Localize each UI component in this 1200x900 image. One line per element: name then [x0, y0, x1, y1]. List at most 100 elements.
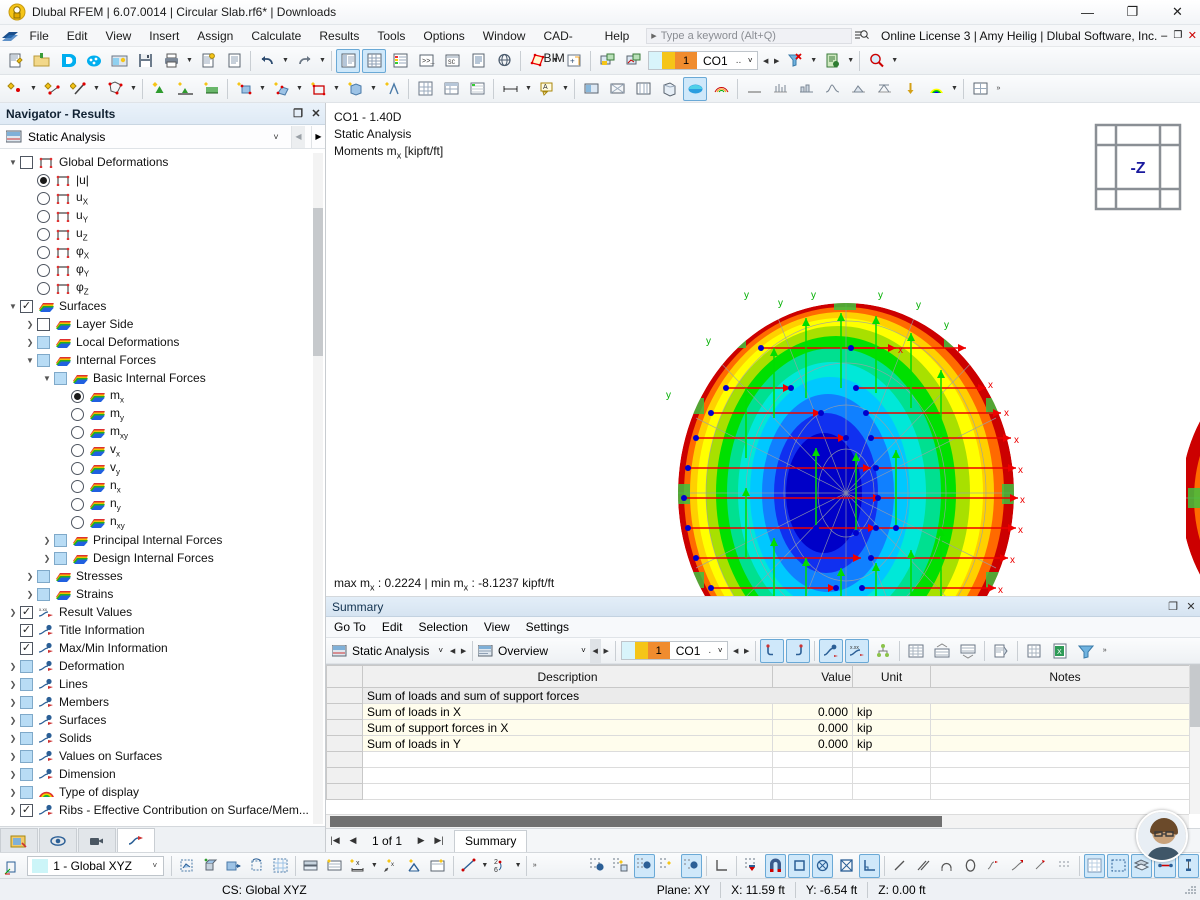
summary-toolbar-overflow-arrow-icon[interactable]: »	[1099, 639, 1110, 663]
open-file-icon[interactable]	[29, 49, 53, 73]
snap-center-icon[interactable]	[788, 853, 810, 878]
model-info-icon[interactable]	[107, 49, 131, 73]
tree-item[interactable]: ❯ Values on Surfaces	[0, 747, 325, 765]
table-row[interactable]: Sum of loads in Y 0.000 kip	[326, 735, 1200, 752]
tree-item[interactable]: my	[0, 405, 325, 423]
tree-expander[interactable]: ❯	[40, 549, 54, 567]
col-header-notes[interactable]: Notes	[930, 665, 1200, 688]
free-load-dropdown-arrow-icon[interactable]: ▼	[368, 77, 379, 101]
tree-radio[interactable]	[71, 515, 84, 529]
summary-view-dropdown-arrow-icon[interactable]: ˅	[553, 646, 590, 655]
tree-item[interactable]: ❯ Solids	[0, 729, 325, 747]
free-load-icon[interactable]	[343, 77, 367, 101]
summary-restore-button[interactable]: ❐	[1164, 597, 1182, 617]
summary-export-excel-icon[interactable]: X	[1048, 639, 1072, 663]
tree-expander[interactable]: ❯	[6, 693, 20, 711]
tree-item[interactable]: ▼ Internal Forces	[0, 351, 325, 369]
diagram-none-icon[interactable]	[742, 77, 766, 101]
object-snap-icon[interactable]	[199, 854, 220, 878]
first-page-button[interactable]: |◀	[326, 830, 344, 852]
clipping-icon[interactable]	[657, 77, 681, 101]
tree-radio[interactable]	[71, 497, 84, 511]
summary-analysis-dropdown-arrow-icon[interactable]: ˅	[434, 646, 447, 655]
summary-menu-selection[interactable]: Selection	[411, 617, 476, 638]
search-icon[interactable]	[852, 29, 871, 42]
load-case-selector[interactable]: 1 CO1 .. ˅	[648, 51, 759, 70]
tree-expander[interactable]: ❯	[23, 567, 37, 585]
text-note-icon[interactable]: A	[535, 77, 559, 101]
surface-support-icon[interactable]	[199, 77, 223, 101]
summary-load-case-prev-button[interactable]: ◀	[730, 639, 741, 663]
tree-checkbox[interactable]	[20, 659, 33, 673]
wireframe-icon[interactable]	[605, 77, 629, 101]
layers-manage-icon[interactable]	[300, 854, 321, 878]
loads-display-icon[interactable]	[898, 77, 922, 101]
globe-icon[interactable]	[492, 49, 516, 73]
tree-item[interactable]: uZ	[0, 225, 325, 243]
node-dropdown-arrow-icon[interactable]: ▼	[28, 77, 39, 101]
nodal-load-dropdown-arrow-icon[interactable]: ▼	[257, 77, 268, 101]
tree-expander[interactable]: ▼	[40, 369, 54, 387]
tree-radio[interactable]	[37, 245, 50, 259]
tree-expander[interactable]: ▼	[23, 351, 37, 369]
snap-quadrant-icon[interactable]	[835, 854, 856, 878]
tree-expander[interactable]: ❯	[6, 747, 20, 765]
navigator-analysis-dropdown-arrow-icon[interactable]: ˅	[267, 132, 285, 142]
quick-find-input[interactable]: ▶ Type a keyword (Alt+Q)	[646, 27, 853, 44]
new-model-icon[interactable]	[3, 49, 27, 73]
load-case-prev-button[interactable]: ◀	[760, 49, 771, 73]
diagram-section-icon[interactable]	[846, 77, 870, 101]
snap-surface-icon[interactable]	[427, 854, 448, 878]
layers-edit-icon[interactable]	[324, 854, 345, 878]
col-header-value[interactable]: Value	[772, 665, 853, 688]
load-case-dropdown-arrow-icon[interactable]: ˅	[743, 56, 757, 65]
magnet-snap-icon[interactable]	[764, 853, 787, 878]
summary-view-selector[interactable]: Overview ˅	[476, 641, 590, 661]
menu-item-edit[interactable]: Edit	[58, 25, 97, 47]
tree-expander[interactable]: ❯	[23, 585, 37, 603]
color-spectrum-icon[interactable]	[924, 77, 948, 101]
table-empty-row[interactable]	[326, 751, 1200, 768]
dimension-dropdown-arrow-icon[interactable]: ▼	[523, 77, 534, 101]
tree-checkbox[interactable]	[37, 587, 50, 601]
tree-item[interactable]: ❯ Local Deformations	[0, 333, 325, 351]
tree-radio[interactable]	[71, 425, 84, 439]
results-tree[interactable]: ▼ Global Deformations |u| uXuYuZφXφYφZ ▼ Surf…	[0, 149, 325, 826]
summary-print-preview-icon[interactable]	[989, 639, 1013, 663]
tree-item[interactable]: Max/Min Information	[0, 639, 325, 657]
intersect-icon[interactable]	[404, 854, 425, 878]
summary-load-case-dropdown-arrow-icon[interactable]: ˅	[713, 646, 727, 655]
sidebar-item-display-navigator[interactable]	[39, 828, 77, 852]
tree-item[interactable]: φX	[0, 243, 325, 261]
summary-load-case-selector[interactable]: 1 CO1 . ˅	[620, 641, 729, 660]
snap-ellipse-icon[interactable]	[960, 854, 981, 878]
ortho-icon[interactable]	[711, 854, 732, 878]
new-member-icon[interactable]	[66, 77, 90, 101]
maximize-button[interactable]: ❐	[1110, 0, 1155, 25]
tree-expander[interactable]: ❯	[6, 783, 20, 801]
tree-radio[interactable]	[71, 443, 84, 457]
tree-item[interactable]: ▼ Basic Internal Forces	[0, 369, 325, 387]
undo-dropdown-arrow-icon[interactable]: ▼	[280, 49, 291, 73]
tree-checkbox[interactable]	[20, 605, 33, 619]
snap-intersection-icon[interactable]	[811, 853, 834, 878]
tree-expander[interactable]: ▼	[6, 297, 20, 315]
redo-icon[interactable]	[292, 49, 316, 73]
table-edit-icon[interactable]	[439, 77, 463, 101]
tree-checkbox[interactable]	[20, 731, 33, 745]
col-header-unit[interactable]: Unit	[852, 665, 931, 688]
summary-view-prev-button[interactable]: ◀	[589, 638, 601, 663]
summary-filter-rows-icon[interactable]	[760, 638, 785, 663]
line-support-icon[interactable]	[173, 77, 197, 101]
tree-expander[interactable]: ▼	[6, 153, 20, 171]
redo-dropdown-arrow-icon[interactable]: ▼	[317, 49, 328, 73]
summary-hierarchy-icon[interactable]	[871, 639, 895, 663]
bottom-toolbar-overflow-arrow-icon[interactable]: »	[530, 854, 540, 878]
member-load-dropdown-arrow-icon[interactable]: ▼	[294, 77, 305, 101]
tree-checkbox[interactable]	[54, 551, 67, 565]
color-results-icon[interactable]	[683, 76, 707, 101]
snap-spline-icon[interactable]	[983, 854, 1004, 878]
navigator-analysis-selector[interactable]: Static Analysis ˅ ◀ ▶	[0, 125, 325, 149]
tree-radio[interactable]	[37, 227, 50, 241]
tree-radio[interactable]	[71, 461, 84, 475]
